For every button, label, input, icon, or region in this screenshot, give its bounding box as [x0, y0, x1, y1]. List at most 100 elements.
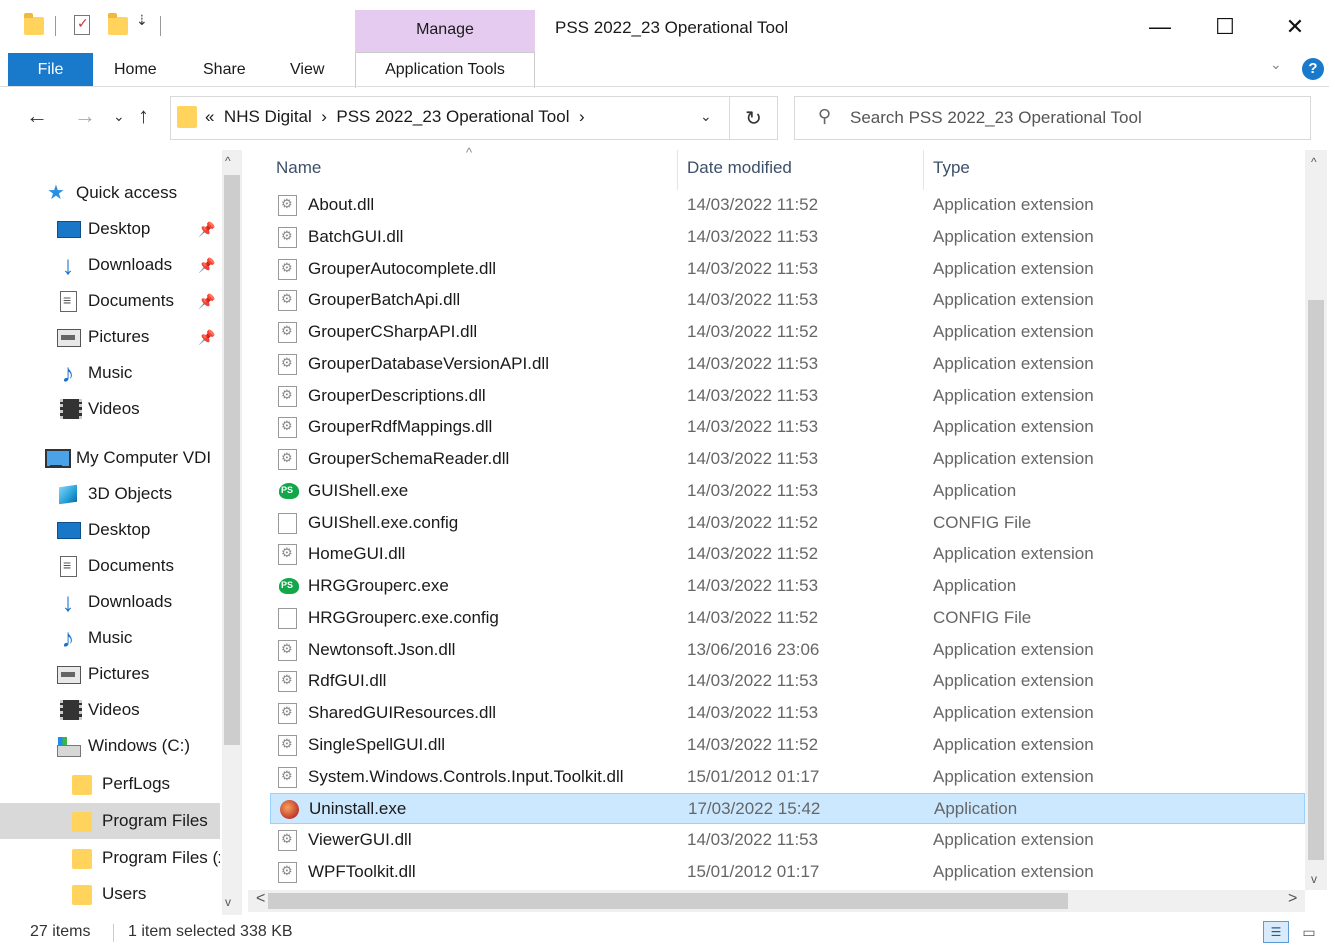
nav-scroll-up[interactable]: ^ [225, 154, 231, 168]
file-row[interactable]: GrouperRdfMappings.dll 14/03/2022 11:53 Ap… [270, 412, 1305, 443]
nav-item-music[interactable]: ♪ Music [0, 355, 220, 391]
up-button[interactable]: ↑ [138, 103, 149, 129]
scroll-left-arrow[interactable]: < [256, 890, 265, 908]
vertical-scrollbar-thumb[interactable] [1308, 300, 1324, 860]
nav-item-program-files-x86[interactable]: Program Files (x86) [0, 840, 220, 876]
recent-locations-button[interactable]: ⌄ [113, 108, 125, 125]
nav-item-windows-c[interactable]: Windows (C:) [0, 728, 220, 764]
back-button[interactable]: ← [26, 103, 48, 129]
breadcrumb-separator[interactable]: › [321, 107, 327, 126]
close-button[interactable]: ✕ [1280, 12, 1310, 42]
nav-item-music[interactable]: ♪ Music [0, 620, 220, 656]
new-folder-icon[interactable] [108, 13, 128, 35]
folder-icon [70, 773, 94, 795]
file-row[interactable]: GrouperDescriptions.dll 14/03/2022 11:53 A… [270, 381, 1305, 412]
nav-item-pictures[interactable]: Pictures 📌 [0, 319, 220, 355]
file-row[interactable]: HRGGrouperc.exe 14/03/2022 11:53 Applicati… [270, 571, 1305, 602]
folder-icon [70, 810, 94, 832]
file-row[interactable]: System.Windows.Controls.Input.Toolkit.dl… [270, 762, 1305, 793]
column-header-name[interactable]: Name [276, 158, 321, 178]
properties-check-icon[interactable] [74, 15, 90, 35]
nav-item-pictures[interactable]: Pictures [0, 656, 220, 692]
file-row[interactable]: RdfGUI.dll 14/03/2022 11:53 Application ex… [270, 666, 1305, 697]
scroll-down-arrow[interactable]: v [1311, 872, 1317, 886]
horizontal-scrollbar-thumb[interactable] [268, 893, 1068, 909]
file-name: Uninstall.exe [309, 799, 407, 819]
nav-item-my-computer-vdi[interactable]: My Computer VDI [0, 440, 220, 476]
customize-toolbar-icon[interactable]: ⇣ [136, 12, 148, 29]
nav-scroll-down[interactable]: v [225, 895, 231, 909]
address-dropdown-button[interactable]: ⌄ [700, 108, 712, 125]
breadcrumb-nhs-digital[interactable]: NHS Digital [224, 107, 312, 126]
file-row[interactable]: HomeGUI.dll 14/03/2022 11:52 Application e… [270, 539, 1305, 570]
nav-item-downloads[interactable]: ↓ Downloads 📌 [0, 247, 220, 283]
file-row[interactable]: HRGGrouperc.exe.config 14/03/2022 11:52 CO… [270, 603, 1305, 634]
nav-item-videos[interactable]: Videos [0, 692, 220, 728]
tab-file[interactable]: File [8, 53, 93, 86]
refresh-button[interactable]: ↻ [730, 96, 778, 140]
nav-item-desktop[interactable]: Desktop [0, 512, 220, 548]
column-divider[interactable] [923, 150, 924, 190]
file-row[interactable]: GrouperBatchApi.dll 14/03/2022 11:53 Appli… [270, 285, 1305, 316]
file-row[interactable]: Uninstall.exe 17/03/2022 15:42 Application [270, 793, 1305, 825]
search-input[interactable] [850, 104, 1300, 132]
file-row[interactable]: SingleSpellGUI.dll 14/03/2022 11:52 Applic… [270, 730, 1305, 761]
breadcrumb-overflow[interactable]: « [205, 107, 214, 126]
scroll-right-arrow[interactable]: > [1288, 890, 1297, 908]
nav-item-documents[interactable]: Documents 📌 [0, 283, 220, 319]
details-view-icon[interactable]: ☰ [1263, 921, 1289, 943]
file-row[interactable]: GUIShell.exe.config 14/03/2022 11:52 CONFI… [270, 508, 1305, 539]
maximize-button[interactable]: ☐ [1210, 12, 1240, 42]
nav-item-videos[interactable]: Videos [0, 391, 220, 427]
tab-share[interactable]: Share [203, 53, 246, 86]
nav-item-label: Windows (C:) [88, 736, 191, 755]
breadcrumb-separator[interactable]: › [579, 107, 585, 126]
tab-home[interactable]: Home [114, 53, 157, 86]
column-divider[interactable] [677, 150, 678, 190]
nav-item-perflogs[interactable]: PerfLogs [0, 766, 220, 802]
file-type: Application extension [933, 639, 1094, 659]
nav-item-label: Downloads [88, 255, 173, 274]
file-row[interactable]: GrouperDatabaseVersionAPI.dll 14/03/2022 … [270, 349, 1305, 380]
file-type: Application extension [933, 830, 1094, 849]
file-row[interactable]: GrouperSchemaReader.dll 14/03/2022 11:53 A… [270, 444, 1305, 475]
forward-button[interactable]: → [74, 103, 96, 129]
file-type: Application extension [933, 703, 1094, 722]
file-row[interactable]: SharedGUIResources.dll 14/03/2022 11:53 Ap… [270, 698, 1305, 729]
file-row[interactable]: BatchGUI.dll 14/03/2022 11:53 Application … [270, 222, 1305, 253]
nav-item-users[interactable]: Users [0, 876, 220, 912]
manage-label: Manage [416, 21, 474, 38]
file-row[interactable]: About.dll 14/03/2022 11:52 Application ext… [270, 190, 1305, 221]
tab-application-tools[interactable]: Application Tools [355, 52, 535, 88]
file-row[interactable]: Newtonsoft.Json.dll 13/06/2016 23:06 Appli… [270, 635, 1305, 666]
file-row[interactable]: WPFToolkit.dll 15/01/2012 01:17 Applicatio… [270, 857, 1305, 888]
nav-scrollbar-thumb[interactable] [224, 175, 240, 745]
pictures-icon [56, 326, 81, 348]
config-file-icon [278, 512, 297, 534]
desktop-icon [56, 519, 81, 541]
tab-view[interactable]: View [290, 53, 324, 86]
music-icon: ♪ [61, 358, 75, 388]
scroll-up-arrow[interactable]: ^ [1311, 155, 1317, 169]
column-header-type[interactable]: Type [933, 158, 970, 178]
nav-item-downloads[interactable]: ↓ Downloads [0, 584, 220, 620]
file-row[interactable]: GUIShell.exe 14/03/2022 11:53 Application [270, 476, 1305, 507]
documents-icon [56, 289, 80, 312]
file-row[interactable]: GrouperAutocomplete.dll 14/03/2022 11:53 A… [270, 254, 1305, 285]
quick-access-folder-icon[interactable] [24, 13, 44, 35]
nav-item-3d-objects[interactable]: 3D Objects [0, 476, 220, 512]
nav-item-documents[interactable]: Documents [0, 548, 220, 584]
minimize-button[interactable]: — [1145, 12, 1175, 42]
help-icon[interactable]: ? [1302, 58, 1324, 80]
breadcrumb[interactable]: « NHS Digital › PSS 2022_23 Operational … [205, 107, 585, 127]
dll-file-icon [278, 290, 297, 312]
file-row[interactable]: GrouperCSharpAPI.dll 14/03/2022 11:52 Appl… [270, 317, 1305, 348]
breadcrumb-operational-tool[interactable]: PSS 2022_23 Operational Tool [336, 107, 569, 126]
file-row[interactable]: ViewerGUI.dll 14/03/2022 11:53 Application… [270, 825, 1305, 856]
column-header-date-modified[interactable]: Date modified [687, 158, 792, 178]
nav-item-desktop[interactable]: Desktop 📌 [0, 211, 220, 247]
nav-item-program-files[interactable]: Program Files [0, 803, 220, 839]
large-icons-view-icon[interactable]: ▭ [1297, 921, 1321, 943]
nav-item-quick-access[interactable]: ★ Quick access [0, 175, 220, 211]
expand-ribbon-icon[interactable]: ⌄ [1270, 56, 1282, 73]
